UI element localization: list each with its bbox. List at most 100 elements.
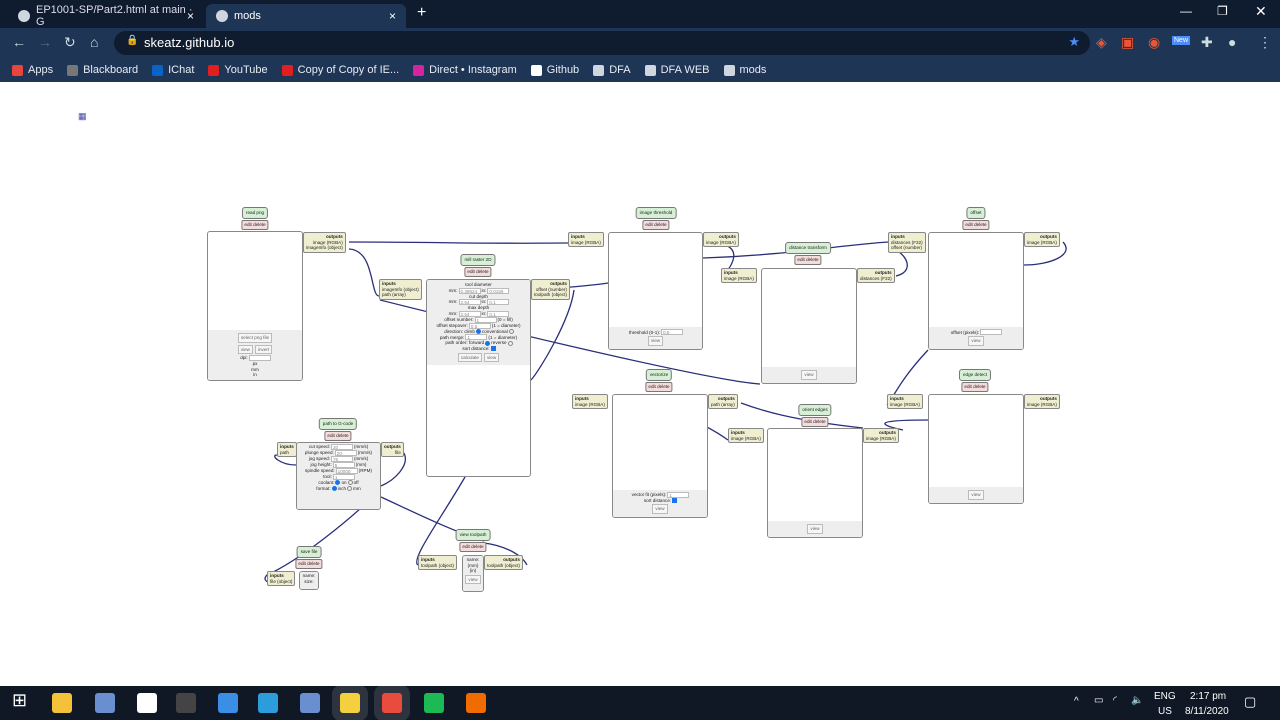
bookmark-blackboard[interactable]: Blackboard (67, 64, 138, 76)
bookmark-mods[interactable]: mods (723, 64, 766, 76)
minimize-button[interactable]: — (1180, 4, 1192, 18)
reload-icon[interactable]: ↻ (64, 34, 76, 51)
module-title[interactable]: image threshold (635, 207, 677, 219)
outputs-port[interactable]: outputs path (array) (708, 394, 738, 410)
new-tab-button[interactable]: + (417, 4, 426, 22)
outputs-port[interactable]: outputs toolpath (object) (484, 555, 523, 571)
checkbox[interactable] (672, 498, 678, 504)
photos-icon[interactable] (218, 693, 238, 713)
edit-delete-button[interactable]: edit delete (962, 220, 990, 230)
view-button[interactable]: view (237, 344, 253, 355)
checkbox[interactable] (490, 346, 496, 352)
control-input[interactable]: 0.5 (661, 329, 684, 336)
clock-date[interactable]: 8/11/2020 (1185, 706, 1229, 717)
battery-icon[interactable]: ▭ (1094, 695, 1103, 706)
start-icon[interactable]: ⊞ (12, 690, 32, 710)
module-title[interactable]: orient edges (798, 404, 832, 416)
forward-icon[interactable]: → (38, 34, 52, 50)
bookmark-direct-instagram[interactable]: Direct • Instagram (413, 64, 517, 76)
sublime-icon[interactable] (466, 693, 486, 713)
invert-button[interactable]: invert (254, 344, 273, 355)
bookmark-dfa[interactable]: DFA (593, 64, 631, 76)
radio-button[interactable] (507, 340, 513, 346)
view-button[interactable]: view (647, 336, 664, 346)
terminal-icon[interactable] (176, 693, 196, 713)
view-button[interactable]: view (807, 524, 823, 534)
outputs-port[interactable]: outputs image (RGBA) (1024, 394, 1060, 410)
close-tab-icon[interactable]: × (389, 9, 396, 23)
view-button[interactable]: view (465, 574, 481, 585)
outputs-port[interactable]: outputs image (RGBA) (703, 232, 739, 248)
tab-mods[interactable]: mods × (206, 4, 406, 28)
menu-kebab-icon[interactable]: ⋮ (1258, 34, 1272, 51)
calculate-button[interactable]: calculate (457, 352, 482, 363)
radio-button[interactable] (347, 480, 353, 486)
extensions-puzzle-icon[interactable]: ✚ (1201, 34, 1213, 51)
module-title[interactable]: read png (241, 207, 269, 219)
outputs-port[interactable]: outputs image (RGBA) (863, 428, 899, 444)
back-icon[interactable]: ← (12, 34, 26, 50)
inputs-port[interactable]: inputs image (RGBA) (721, 268, 757, 284)
avatar[interactable]: ● (1228, 34, 1236, 50)
control-input[interactable]: 0.39624 (458, 287, 481, 294)
radio-button[interactable] (347, 485, 353, 491)
edit-delete-button[interactable]: edit delete (645, 382, 673, 392)
radio-button[interactable] (331, 485, 337, 491)
chrome-icon[interactable] (382, 693, 402, 713)
star-icon[interactable]: ★ (1068, 34, 1080, 50)
view-button[interactable]: view (968, 336, 984, 346)
sticky-notes-icon[interactable] (340, 693, 360, 713)
inputs-port[interactable]: inputs image (RGBA) (887, 394, 923, 410)
edit-delete-button[interactable]: edit delete (324, 431, 352, 441)
extension-record-icon[interactable]: ◉ (1148, 34, 1160, 51)
tab-github[interactable]: EP1001-SP/Part2.html at main · G × (8, 4, 204, 28)
notepad-icon[interactable] (95, 693, 115, 713)
module-title[interactable]: edge detect (958, 369, 992, 381)
control-input[interactable]: 0.1 (487, 299, 510, 306)
bookmark-copy-of-copy-of-ie-[interactable]: Copy of Copy of IE... (281, 64, 399, 76)
inputs-port[interactable]: inputs imageInfo (object) path (array) (379, 279, 422, 300)
inputs-port[interactable]: inputs distances (F32) offset (number) (888, 232, 926, 253)
outputs-port[interactable]: outputs image (RGBA) imageInfo (object) (303, 232, 346, 253)
language-indicator[interactable]: ENG (1154, 691, 1176, 702)
home-icon[interactable]: ⌂ (90, 34, 98, 50)
extension-pocket-icon[interactable]: ▣ (1121, 34, 1134, 51)
edit-delete-button[interactable]: edit delete (241, 220, 269, 230)
inputs-port[interactable]: inputs image (RGBA) (728, 428, 764, 444)
bookmark-dfa-web[interactable]: DFA WEB (644, 64, 710, 76)
inputs-port[interactable]: inputs file (object) (267, 571, 296, 587)
radio-button[interactable] (475, 329, 481, 335)
inputs-port[interactable]: inputs path (277, 442, 297, 458)
inputs-port[interactable]: inputs image (RGBA) (572, 394, 608, 410)
wifi-icon[interactable]: ◜ (1113, 695, 1117, 706)
radio-button[interactable] (508, 329, 514, 335)
module-title[interactable]: save file (296, 546, 322, 558)
bookmark-ichat[interactable]: IChat (152, 64, 194, 76)
extension-new-badge[interactable]: New (1172, 36, 1191, 45)
outputs-port[interactable]: outputs image (RGBA) (1024, 232, 1060, 248)
inputs-port[interactable]: inputs toolpath (object) (418, 555, 457, 571)
notifications-icon[interactable]: ▢ (1244, 694, 1256, 710)
control-input[interactable]: 0.5 (468, 322, 491, 329)
spotify-icon[interactable] (424, 693, 444, 713)
outputs-port[interactable]: outputs offset (number) toolpath (object) (531, 279, 570, 300)
close-tab-icon[interactable]: × (187, 9, 194, 23)
edit-delete-button[interactable]: edit delete (794, 255, 822, 265)
file-explorer-icon[interactable] (52, 693, 72, 713)
bookmark-github[interactable]: Github (530, 64, 579, 76)
feedback-icon[interactable] (137, 693, 157, 713)
bookmark-youtube[interactable]: YouTube (208, 64, 268, 76)
volume-icon[interactable]: 🔈 (1131, 695, 1143, 706)
view-button[interactable]: view (801, 370, 817, 380)
edit-delete-button[interactable]: edit delete (961, 382, 989, 392)
module-title[interactable]: view toolpath (455, 529, 491, 541)
view-button[interactable]: view (483, 352, 500, 363)
inputs-port[interactable]: inputs image (RGBA) (568, 232, 604, 248)
paint-icon[interactable] (300, 693, 320, 713)
clock-time[interactable]: 2:17 pm (1190, 691, 1226, 702)
skype-icon[interactable] (258, 693, 278, 713)
module-title[interactable]: vectorize (645, 369, 673, 381)
region-indicator[interactable]: US (1158, 706, 1172, 717)
restore-button[interactable]: ❐ (1217, 4, 1228, 18)
bookmark-apps[interactable]: Apps (12, 64, 53, 76)
